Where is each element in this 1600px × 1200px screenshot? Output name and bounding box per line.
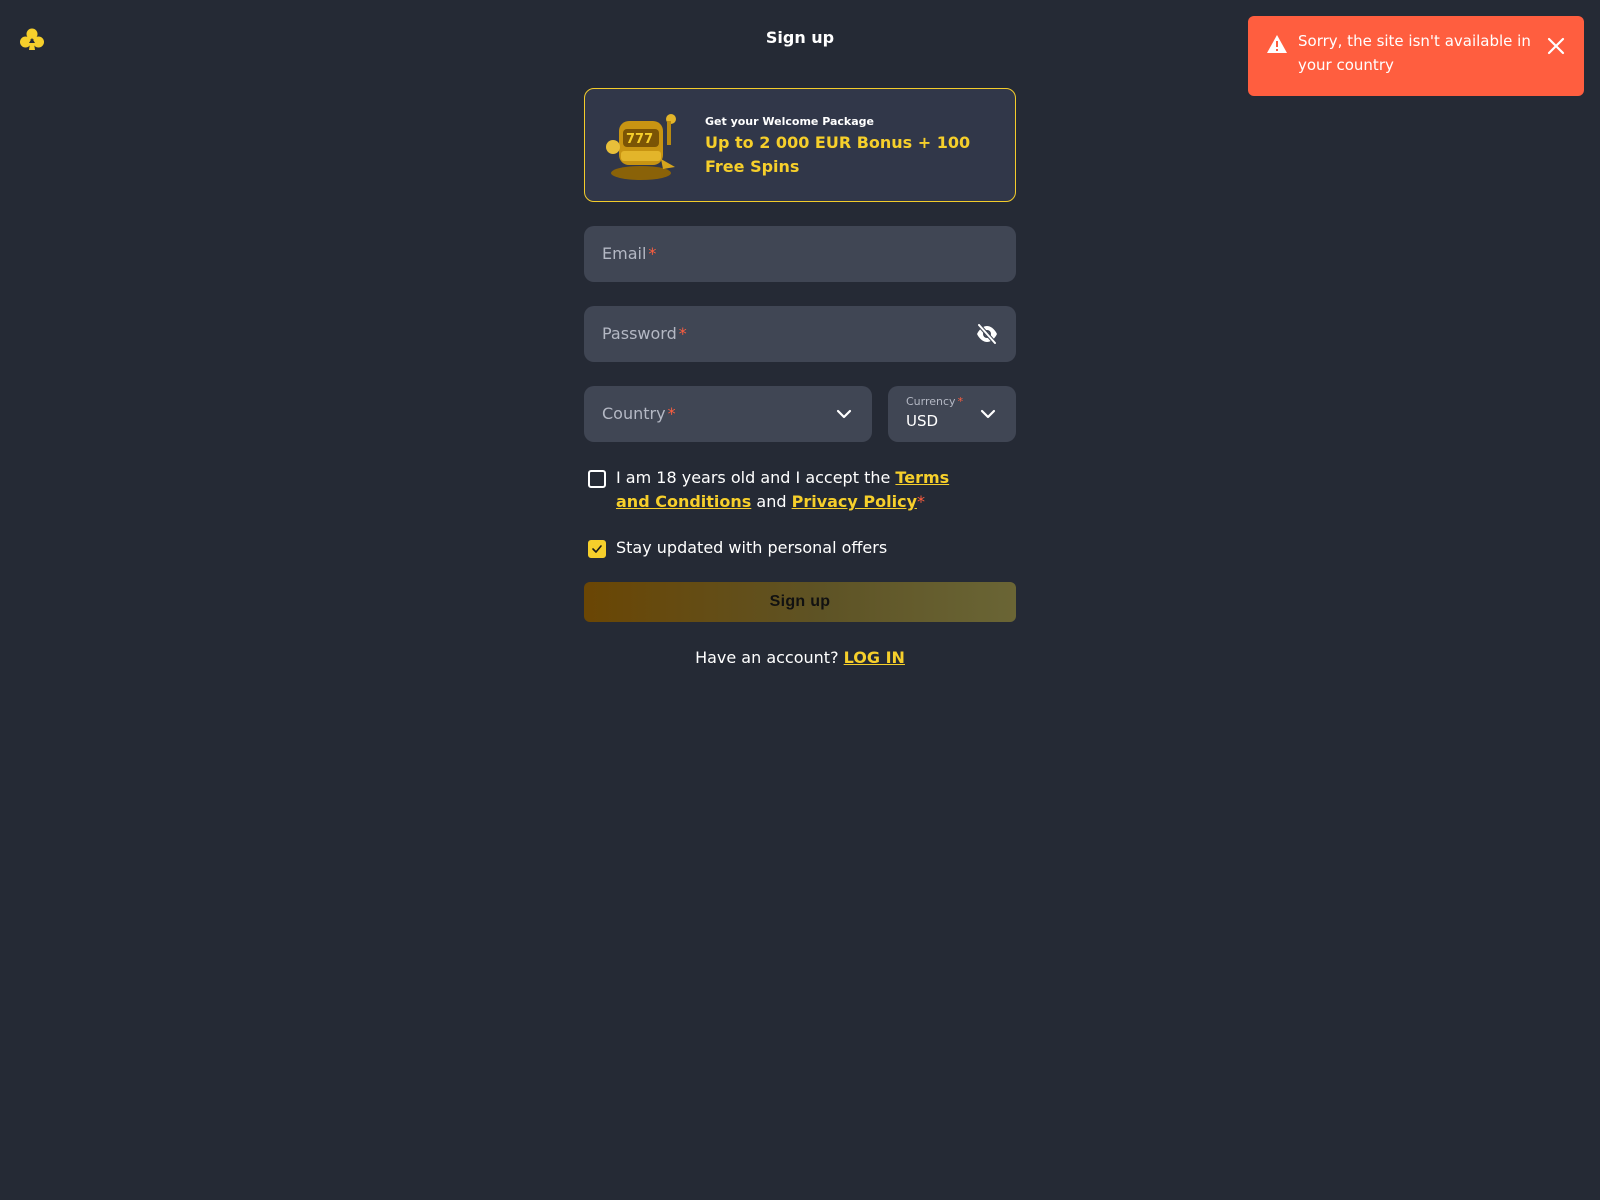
toast-message: Sorry, the site isn't available in your … (1298, 32, 1531, 74)
required-mark: * (957, 395, 964, 408)
close-icon[interactable] (1546, 36, 1566, 56)
email-field[interactable]: Email * (584, 226, 1016, 282)
promo-heading: Get your Welcome Package (705, 115, 874, 128)
error-toast: Sorry, the site isn't available in your … (1248, 16, 1584, 96)
password-label: Password * (602, 324, 687, 343)
terms-text: I am 18 years old and I accept the Terms… (616, 468, 950, 511)
check-icon (592, 545, 602, 553)
promo-offer: Up to 2 000 EUR Bonus + 100 Free Spins (705, 133, 971, 176)
required-mark: * (678, 324, 687, 343)
country-label: Country * (602, 404, 676, 423)
password-field[interactable]: Password * (584, 306, 1016, 362)
signup-button[interactable]: Sign up (584, 582, 1016, 622)
slot-machine-icon: 777 (606, 114, 676, 180)
chevron-down-icon (836, 409, 852, 419)
currency-value: USD (906, 412, 939, 430)
welcome-promo-banner[interactable]: 777 Get your Welcome Package Up to 2 000… (584, 88, 1016, 202)
privacy-link[interactable]: Privacy Policy (792, 492, 917, 511)
email-label: Email * (602, 244, 657, 263)
offers-text: Stay updated with personal offers (616, 538, 888, 557)
eye-off-icon[interactable] (976, 324, 998, 344)
offers-checkbox[interactable] (588, 540, 606, 558)
chevron-down-icon (980, 409, 996, 419)
required-mark: * (667, 404, 676, 423)
required-mark: * (917, 492, 926, 511)
login-prompt: Have an account? LOG IN (695, 648, 905, 667)
svg-text:777: 777 (626, 132, 653, 147)
currency-select[interactable]: Currency * USD (888, 386, 1016, 442)
terms-checkbox[interactable] (588, 470, 606, 488)
signup-form: 777 Get your Welcome Package Up to 2 000… (584, 88, 1016, 667)
login-link[interactable]: LOG IN (844, 648, 905, 667)
warning-icon (1267, 35, 1287, 53)
country-select[interactable]: Country * (584, 386, 872, 442)
required-mark: * (648, 244, 657, 263)
currency-label: Currency * (906, 395, 964, 408)
